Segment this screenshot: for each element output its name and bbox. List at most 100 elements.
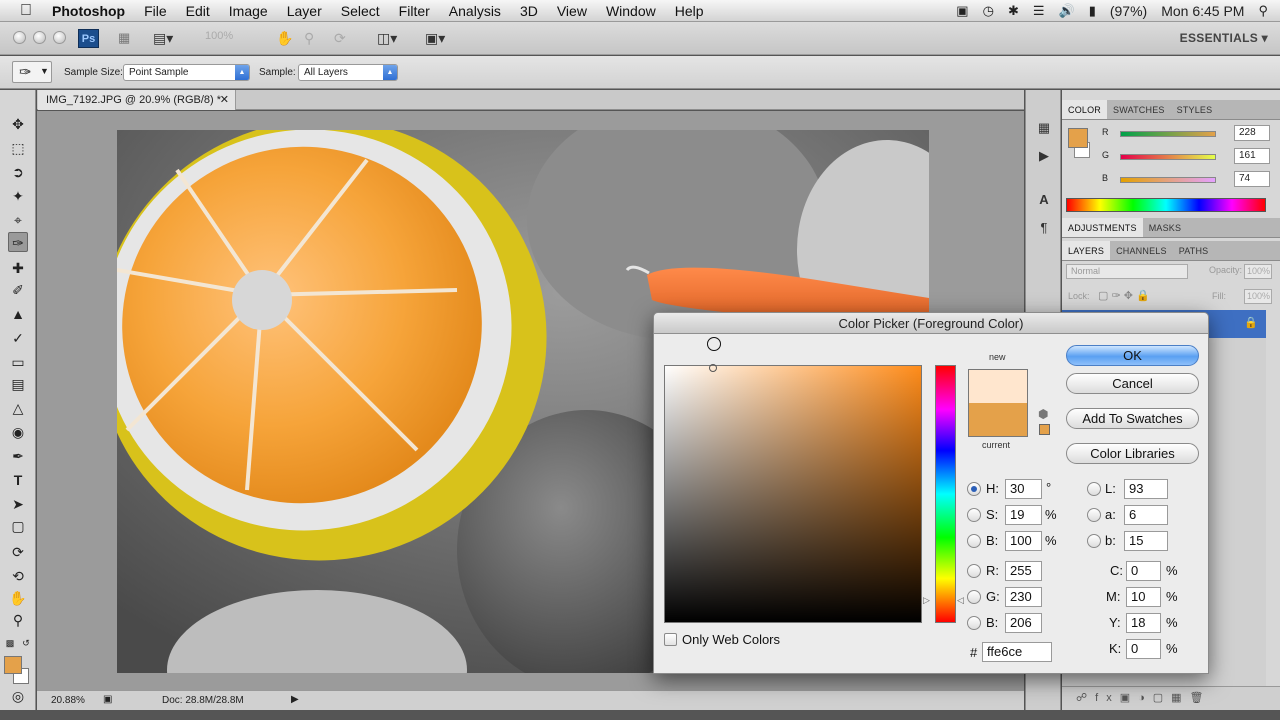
blue-value-field[interactable]: 74 [1234,171,1270,187]
hue-slider-left-arrow-icon[interactable]: ▷ [923,595,930,606]
color-field[interactable] [664,364,922,623]
lock-icons[interactable]: ▢ ✑ ✥ 🔒 [1098,289,1150,302]
time-machine-icon[interactable]: ◷ [983,3,994,19]
screen-mode-icon[interactable]: ▣▾ [425,30,445,47]
bluetooth-icon[interactable]: ✱ [1008,3,1019,19]
yellow-field[interactable]: 18 [1126,613,1161,633]
close-icon[interactable]: ✕ [220,90,229,110]
type-tool-icon[interactable]: T [8,470,28,490]
b-channel-radio[interactable] [1087,534,1101,548]
clock[interactable]: Mon 6:45 PM [1161,3,1244,19]
shape-tool-icon[interactable]: ▢ [8,516,28,536]
only-web-colors-label[interactable]: Only Web Colors [682,632,780,647]
window-minimize-button[interactable] [33,31,46,44]
zoom-tool-icon[interactable]: ⚲ [8,610,28,630]
brightness-field[interactable]: 100 [1005,531,1042,551]
battery-percent[interactable]: (97%) [1110,3,1147,19]
view-extras-icon[interactable]: ▤▾ [153,30,173,47]
green-slider[interactable] [1120,154,1216,160]
quick-mask-icon[interactable]: ◎ [8,686,28,706]
menu-select[interactable]: Select [341,3,380,19]
green-value-field[interactable]: 161 [1234,148,1270,164]
tab-swatches[interactable]: SWATCHES [1107,100,1171,119]
workspace-switcher[interactable]: ESSENTIALS ▾ [1180,31,1268,45]
field-picker-cursor[interactable] [707,337,721,351]
sample-layers-select[interactable]: All Layers ▲ [298,64,398,81]
lightness-field[interactable]: 93 [1124,479,1168,499]
red-slider[interactable] [1120,131,1216,137]
gradient-tool-icon[interactable]: ▤ [8,374,28,394]
window-zoom-button[interactable] [53,31,66,44]
path-selection-tool-icon[interactable]: ➤ [8,494,28,514]
blue-field[interactable]: 206 [1005,613,1042,633]
hex-field[interactable]: ffe6ce [982,642,1052,662]
cyan-field[interactable]: 0 [1126,561,1161,581]
hand-tool-icon[interactable]: ✋ [8,588,28,608]
apple-menu-icon[interactable]:  [20,2,38,20]
actions-panel-icon[interactable]: ▶ [1034,148,1054,166]
menu-3d[interactable]: 3D [520,3,538,19]
paragraph-panel-icon[interactable]: ¶ [1034,220,1054,238]
red-value-field[interactable]: 228 [1234,125,1270,141]
dodge-tool-icon[interactable]: ◉ [8,422,28,442]
lasso-tool-icon[interactable]: ➲ [8,162,28,182]
tab-color[interactable]: COLOR [1062,100,1108,119]
tab-layers[interactable]: LAYERS [1062,241,1111,260]
blend-mode-select[interactable]: Normal [1066,264,1188,279]
red-radio[interactable] [967,564,981,578]
foreground-color-swatch[interactable] [4,656,22,674]
history-panel-icon[interactable]: ▦ [1034,120,1054,138]
tab-styles[interactable]: STYLES [1171,100,1219,119]
swap-colors-icon[interactable]: ↺ [20,633,32,653]
clone-stamp-tool-icon[interactable]: ▲ [8,304,28,324]
pen-tool-icon[interactable]: ✒ [8,446,28,466]
quick-selection-tool-icon[interactable]: ✦ [8,186,28,206]
brightness-radio[interactable] [967,534,981,548]
cancel-button[interactable]: Cancel [1066,373,1199,394]
window-close-button[interactable] [13,31,26,44]
menu-filter[interactable]: Filter [399,3,430,19]
character-panel-icon[interactable]: A [1034,192,1054,210]
web-safe-color-swatch[interactable] [1039,424,1050,435]
menu-view[interactable]: View [557,3,587,19]
fill-field[interactable]: 100% [1244,289,1272,304]
a-channel-field[interactable]: 6 [1124,505,1168,525]
hand-tool-icon[interactable]: ✋ [276,30,293,47]
menu-layer[interactable]: Layer [287,3,322,19]
spotlight-search-icon[interactable]: ⚲ [1258,3,1268,19]
history-brush-tool-icon[interactable]: ✓ [8,328,28,348]
menu-file[interactable]: File [144,3,167,19]
hue-radio[interactable] [967,482,981,496]
status-info-icon[interactable]: ▣ [103,694,112,705]
camera-icon[interactable]: ▣ [956,3,968,19]
menu-image[interactable]: Image [229,3,268,19]
volume-icon[interactable]: 🔊 [1059,3,1075,19]
saturation-radio[interactable] [967,508,981,522]
status-menu-arrow-icon[interactable]: ▶ [291,694,299,705]
brush-tool-icon[interactable]: ✐ [8,280,28,300]
tab-masks[interactable]: MASKS [1143,218,1188,237]
healing-brush-tool-icon[interactable]: ✚ [8,258,28,278]
hue-slider-right-arrow-icon[interactable]: ◁ [957,595,964,606]
a-channel-radio[interactable] [1087,508,1101,522]
lightness-radio[interactable] [1087,482,1101,496]
green-field[interactable]: 230 [1005,587,1042,607]
menu-window[interactable]: Window [606,3,656,19]
blur-tool-icon[interactable]: △ [8,398,28,418]
color-spectrum-bar[interactable] [1066,198,1266,212]
wifi-icon[interactable]: ☰ [1033,3,1045,19]
eyedropper-tool-icon[interactable]: ✑ [8,232,28,252]
tab-paths[interactable]: PATHS [1173,241,1215,260]
current-color-swatch[interactable] [968,403,1028,437]
layers-footer-icons[interactable]: ☍fx▣◑▢▦🗑 [1062,686,1280,710]
3d-rotate-tool-icon[interactable]: ⟳ [8,542,28,562]
magenta-field[interactable]: 10 [1126,587,1161,607]
sample-size-select[interactable]: Point Sample ▲ [123,64,250,81]
hue-field[interactable]: 30 [1005,479,1042,499]
marquee-tool-icon[interactable]: ⬚ [8,138,28,158]
document-tab[interactable]: IMG_7192.JPG @ 20.9% (RGB/8) * ✕ [38,90,236,110]
green-radio[interactable] [967,590,981,604]
arrange-documents-icon[interactable]: ◫▾ [377,30,397,47]
battery-icon[interactable]: ▮ [1089,3,1096,19]
panel-foreground-swatch[interactable] [1068,128,1088,148]
